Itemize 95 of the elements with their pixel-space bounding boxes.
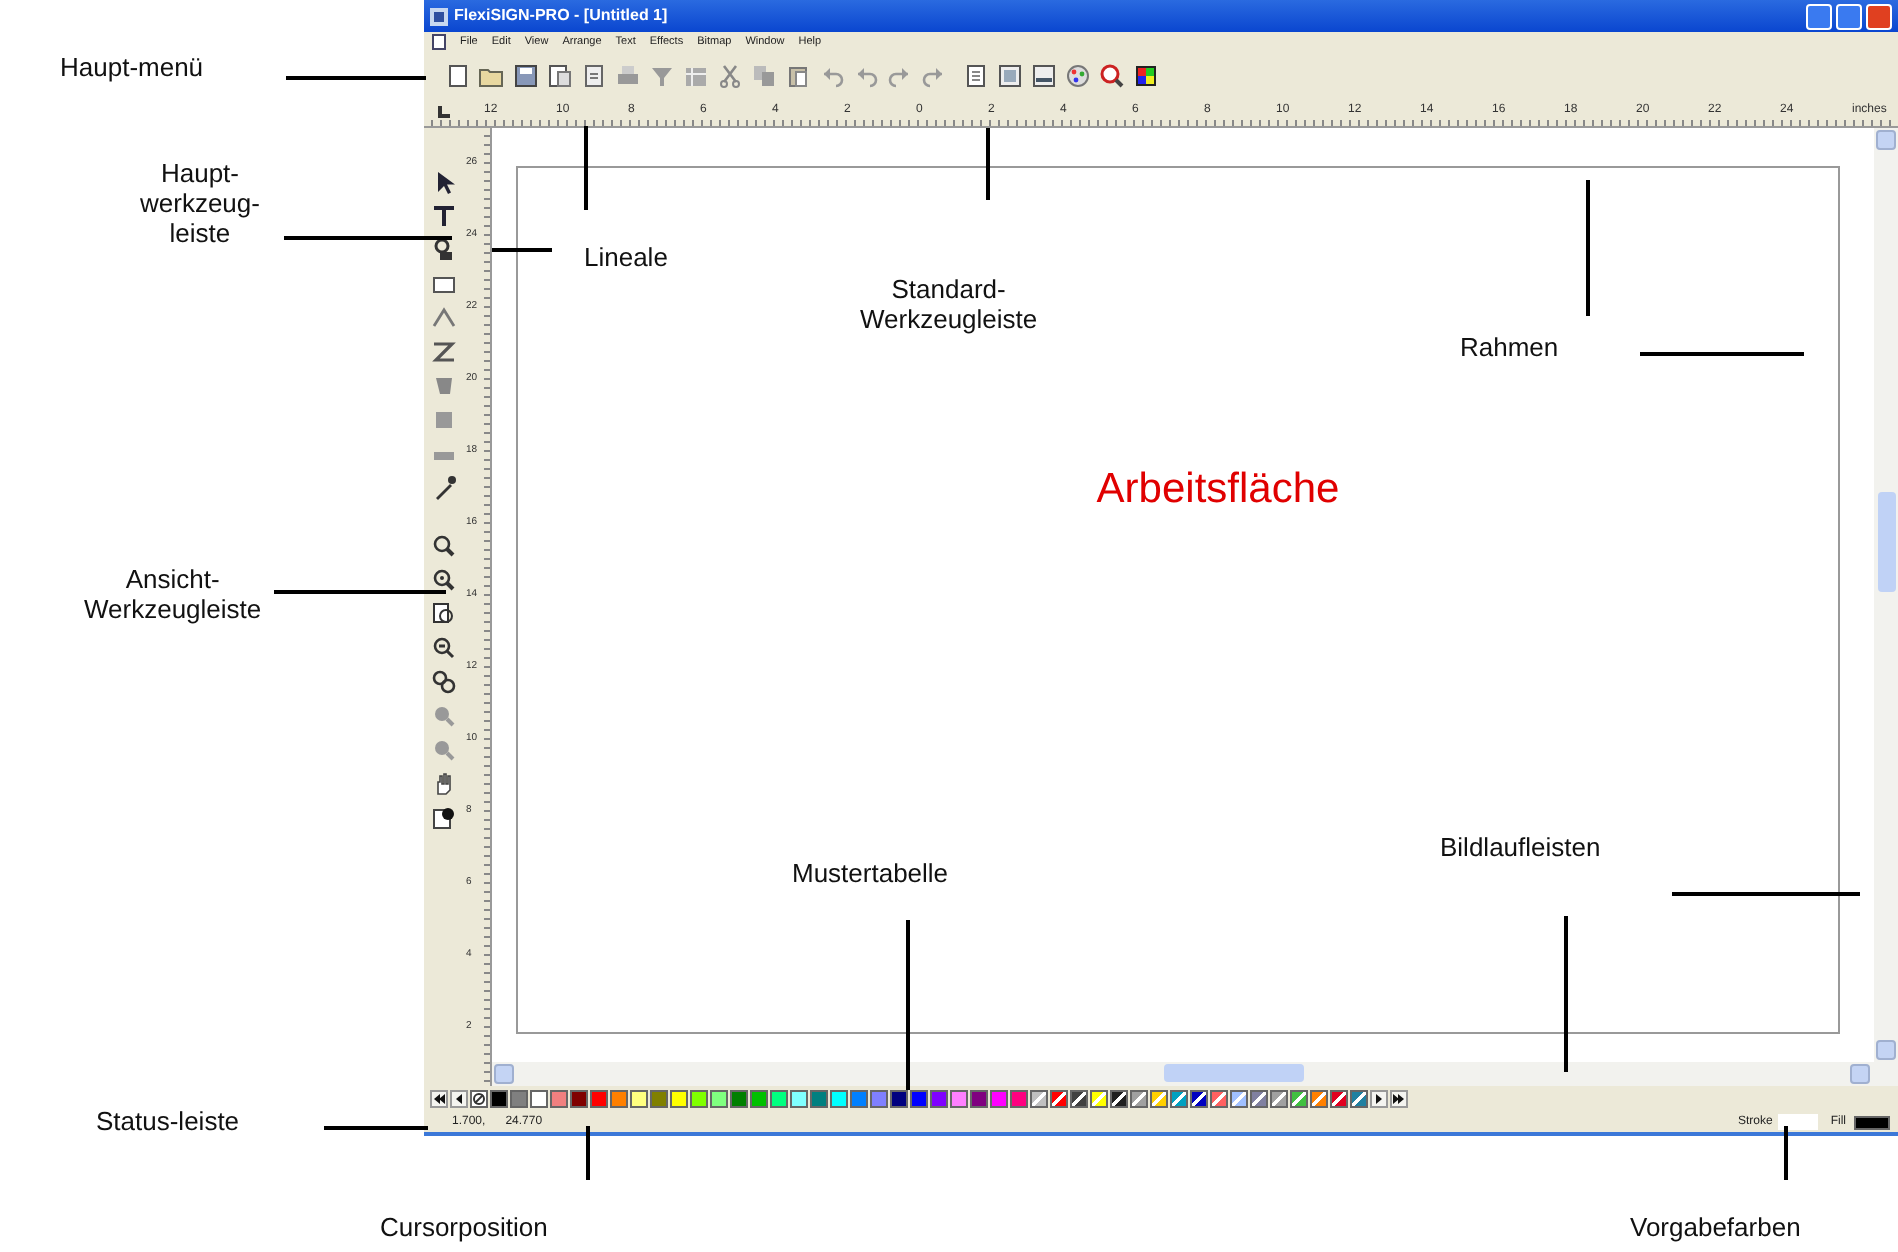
color-swatch[interactable] <box>510 1090 528 1108</box>
callout-label: Mustertabelle <box>792 860 949 890</box>
document-icon[interactable] <box>996 62 1024 90</box>
previous-icon[interactable] <box>450 1090 468 1108</box>
pattern-swatch[interactable] <box>1230 1090 1248 1108</box>
canvas-label: Arbeitsfläche <box>1096 464 1340 517</box>
color-swatch[interactable] <box>730 1090 748 1108</box>
vertical-scrollbar[interactable] <box>1874 128 1898 1062</box>
zoom-icon[interactable] <box>1098 62 1126 90</box>
pattern-swatch[interactable] <box>1270 1090 1288 1108</box>
callout-label: Lineale <box>584 244 668 274</box>
fill-icon[interactable] <box>430 804 458 832</box>
zoom-icon[interactable] <box>430 532 458 560</box>
color-swatch[interactable] <box>810 1090 828 1108</box>
color-swatch[interactable] <box>630 1090 648 1108</box>
node-icon[interactable] <box>430 304 458 332</box>
zoom-in-icon[interactable] <box>430 566 458 594</box>
text-tool-icon[interactable] <box>430 202 458 230</box>
color-swatch[interactable] <box>610 1090 628 1108</box>
pattern-swatch[interactable] <box>1170 1090 1188 1108</box>
color-swatch[interactable] <box>1010 1090 1028 1108</box>
minimize-button[interactable] <box>1806 3 1832 29</box>
color-grid-icon[interactable] <box>1132 62 1160 90</box>
callout-label: Cursorposition <box>380 1214 548 1244</box>
pattern-swatch[interactable] <box>1110 1090 1128 1108</box>
shape-icon[interactable] <box>430 236 458 264</box>
zoom-out-icon[interactable] <box>430 634 458 662</box>
scrollbar-thumb[interactable] <box>1877 492 1895 592</box>
stroke-swatch <box>1778 1114 1819 1130</box>
callout-label: Haupt- werkzeug- leiste <box>140 160 260 250</box>
pattern-swatch[interactable] <box>1090 1090 1108 1108</box>
color-swatch[interactable] <box>490 1090 508 1108</box>
no-color-swatch[interactable] <box>470 1090 488 1108</box>
zigzag-icon[interactable] <box>430 338 458 366</box>
color-swatch[interactable] <box>530 1090 548 1108</box>
callout-label: Standard- Werkzeugleiste <box>860 276 1038 336</box>
pattern-swatch[interactable] <box>1030 1090 1048 1108</box>
palette-icon[interactable] <box>1064 62 1092 90</box>
maximize-button[interactable] <box>1836 3 1862 29</box>
last-page-icon[interactable] <box>1390 1090 1408 1108</box>
color-swatch[interactable] <box>910 1090 928 1108</box>
pattern-swatch[interactable] <box>1290 1090 1308 1108</box>
close-button[interactable] <box>1866 3 1892 29</box>
color-swatch[interactable] <box>830 1090 848 1108</box>
callout-label: Bildlaufleisten <box>1440 834 1601 864</box>
callout-label: Vorgabefarben <box>1630 1214 1801 1244</box>
color-swatch[interactable] <box>970 1090 988 1108</box>
color-swatch[interactable] <box>690 1090 708 1108</box>
color-swatch[interactable] <box>590 1090 608 1108</box>
pattern-swatch[interactable] <box>1310 1090 1328 1108</box>
color-swatch[interactable] <box>850 1090 868 1108</box>
color-swatch[interactable] <box>870 1090 888 1108</box>
ruler-corner-icon <box>436 104 452 120</box>
color-swatch[interactable] <box>570 1090 588 1108</box>
callout-label: Ansicht- Werkzeugleiste <box>84 566 262 626</box>
color-swatch[interactable] <box>550 1090 568 1108</box>
app-icon <box>430 7 448 25</box>
pattern-swatch[interactable] <box>1190 1090 1208 1108</box>
document-icon[interactable] <box>580 62 608 90</box>
next-icon[interactable] <box>1370 1090 1388 1108</box>
first-page-icon[interactable] <box>430 1090 448 1108</box>
color-swatch[interactable] <box>930 1090 948 1108</box>
color-swatch[interactable] <box>790 1090 808 1108</box>
pattern-swatch[interactable] <box>1050 1090 1068 1108</box>
zoom-page-icon[interactable] <box>430 600 458 628</box>
pattern-swatch[interactable] <box>1350 1090 1368 1108</box>
color-swatch[interactable] <box>750 1090 768 1108</box>
pattern-swatch[interactable] <box>1150 1090 1168 1108</box>
scrollbar-thumb[interactable] <box>1164 1064 1304 1082</box>
color-swatch[interactable] <box>770 1090 788 1108</box>
zoom-icon[interactable] <box>430 668 458 696</box>
color-swatch[interactable] <box>650 1090 668 1108</box>
scissors-icon[interactable] <box>716 62 744 90</box>
callout-label: Haupt-menü <box>60 54 204 84</box>
callout-label: Rahmen <box>1460 334 1559 364</box>
document-icon[interactable] <box>962 62 990 90</box>
callout-label: Status-leiste <box>96 1108 240 1138</box>
pattern-swatch[interactable] <box>1070 1090 1088 1108</box>
color-swatch[interactable] <box>950 1090 968 1108</box>
document-icon[interactable] <box>546 62 574 90</box>
new-file-icon[interactable] <box>444 62 472 90</box>
color-swatch[interactable] <box>890 1090 908 1108</box>
horizontal-scrollbar[interactable] <box>492 1062 1898 1086</box>
pattern-swatch[interactable] <box>1330 1090 1348 1108</box>
document-icon[interactable] <box>1030 62 1058 90</box>
window-title: FlexiSIGN-PRO - [Untitled 1] <box>454 4 668 28</box>
document-icon <box>432 34 446 50</box>
color-swatch[interactable] <box>670 1090 688 1108</box>
pattern-swatch[interactable] <box>1210 1090 1228 1108</box>
blob-icon[interactable] <box>430 372 458 400</box>
color-swatch[interactable] <box>990 1090 1008 1108</box>
pattern-swatch[interactable] <box>1250 1090 1268 1108</box>
color-swatch[interactable] <box>710 1090 728 1108</box>
pattern-swatch[interactable] <box>1130 1090 1148 1108</box>
clipboard-icon[interactable] <box>784 62 812 90</box>
